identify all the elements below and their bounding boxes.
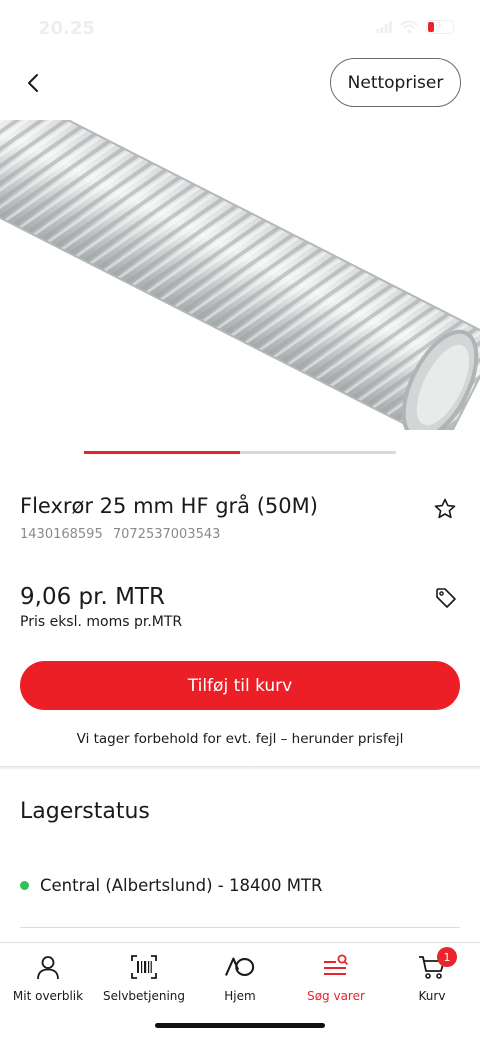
stock-location-row: Central (Albertslund) - 18400 MTR <box>20 876 322 895</box>
nav-home[interactable]: Hjem <box>192 943 288 1013</box>
price-note: Pris eksl. moms pr.MTR <box>20 614 183 630</box>
barcode-scan-icon <box>129 953 159 981</box>
flex-conduit-image <box>0 120 480 430</box>
search-list-icon <box>321 953 351 981</box>
favorite-button[interactable] <box>433 497 457 521</box>
star-icon <box>434 498 456 519</box>
status-bar: 20.25 4 <box>0 0 480 54</box>
section-divider <box>0 766 480 770</box>
chevron-left-icon <box>28 74 38 92</box>
cart-count-badge: 1 <box>437 947 457 967</box>
product-ean: 7072537003543 <box>112 527 221 542</box>
nav-label: Mit overblik <box>12 989 84 1003</box>
product-image[interactable] <box>0 120 480 430</box>
status-time: 20.25 <box>38 18 95 39</box>
stock-section-title: Lagerstatus <box>20 799 150 824</box>
home-indicator <box>155 1023 325 1028</box>
nav-search-products[interactable]: Søg varer <box>288 943 384 1013</box>
netto-prices-button[interactable]: Nettopriser <box>330 58 461 107</box>
ao-logo-icon <box>225 953 255 981</box>
wifi-icon <box>400 20 418 34</box>
product-codes: 1430168595 7072537003543 <box>20 527 220 542</box>
stock-divider <box>20 927 460 928</box>
status-icons: 4 <box>376 20 454 34</box>
battery-level: 4 <box>435 20 442 31</box>
in-stock-dot-icon <box>20 881 29 890</box>
add-to-cart-button[interactable]: Tilføj til kurv <box>20 661 460 710</box>
nav-self-service[interactable]: Selvbetjening <box>96 943 192 1013</box>
cart-icon: 1 <box>417 947 457 981</box>
product-title: Flexrør 25 mm HF grå (50M) <box>20 494 318 518</box>
product-number: 1430168595 <box>20 527 103 542</box>
back-button[interactable] <box>18 66 48 100</box>
nav-label: Hjem <box>224 989 256 1003</box>
person-icon <box>33 953 63 981</box>
price-tag-icon <box>436 588 456 608</box>
price-disclaimer: Vi tager forbehold for evt. fejl – herun… <box>76 731 404 747</box>
image-carousel-indicator[interactable] <box>84 451 396 454</box>
nav-label: Selvbetjening <box>102 989 186 1003</box>
nav-my-overview[interactable]: Mit overblik <box>0 943 96 1013</box>
carousel-active-segment <box>84 451 240 454</box>
nav-label: Kurv <box>418 989 446 1003</box>
nav-label: Søg varer <box>307 989 365 1003</box>
stock-location-text: Central (Albertslund) - 18400 MTR <box>40 876 323 895</box>
product-price: 9,06 pr. MTR <box>20 584 165 610</box>
signal-icon <box>376 21 392 33</box>
nav-cart[interactable]: 1 Kurv <box>384 943 480 1013</box>
price-tag-button[interactable] <box>434 586 458 610</box>
battery-icon: 4 <box>426 20 454 34</box>
